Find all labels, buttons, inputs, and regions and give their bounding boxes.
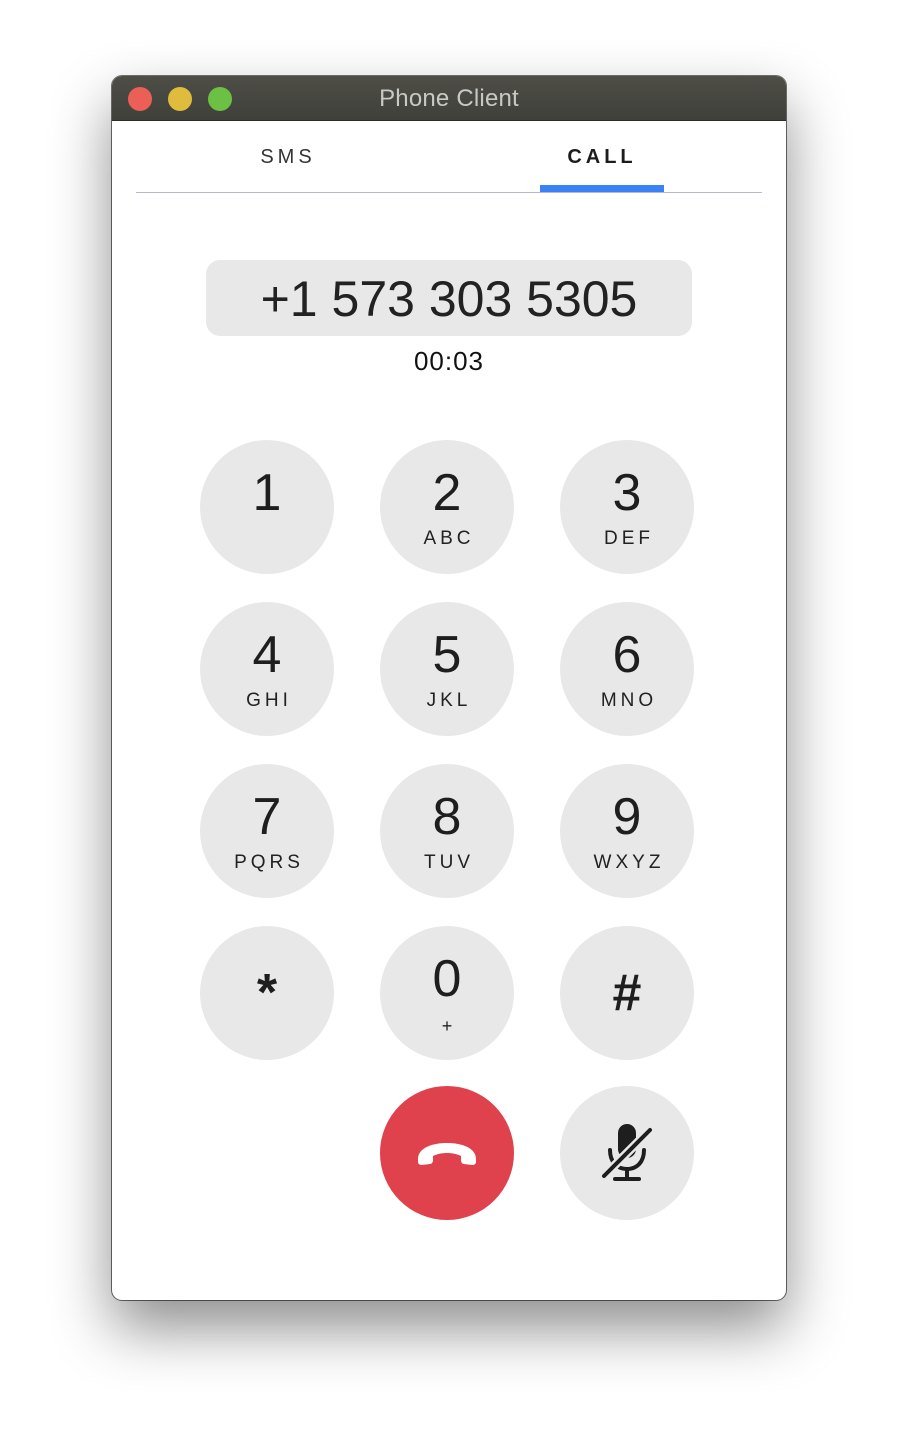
key-digit: 7: [252, 788, 282, 846]
key-letters: GHI: [246, 690, 292, 711]
key-digit: 5: [432, 626, 462, 684]
key-letters: DEF: [604, 528, 654, 549]
key-hash[interactable]: #: [560, 926, 694, 1060]
title-bar[interactable]: Phone Client: [112, 76, 786, 121]
key-digit: *: [256, 964, 278, 1022]
microphone-muted-icon: [599, 1124, 655, 1181]
key-1[interactable]: 1: [200, 440, 334, 574]
key-letters: JKL: [426, 690, 472, 711]
key-digit: 2: [432, 464, 462, 522]
key-3[interactable]: 3 DEF: [560, 440, 694, 574]
key-7[interactable]: 7 PQRS: [200, 764, 334, 898]
phone-number-display: +1 573 303 5305: [206, 260, 692, 336]
key-0[interactable]: 0 +: [380, 926, 514, 1060]
key-digit: 1: [252, 464, 282, 522]
tab-call[interactable]: CALL: [502, 120, 702, 192]
key-digit: #: [612, 964, 642, 1022]
tab-sms[interactable]: SMS: [188, 120, 388, 192]
mute-button[interactable]: [560, 1086, 694, 1220]
tab-bar: SMS CALL: [136, 120, 762, 193]
key-letters: +: [441, 1016, 453, 1036]
phone-client-window: Phone Client SMS CALL +1 573 303 5305 00…: [112, 76, 786, 1300]
key-letters: WXYZ: [593, 852, 665, 873]
key-letters: ABC: [423, 528, 475, 549]
key-letters: PQRS: [234, 852, 304, 873]
key-2[interactable]: 2 ABC: [380, 440, 514, 574]
active-tab-indicator: [540, 185, 664, 192]
key-star[interactable]: *: [200, 926, 334, 1060]
phone-hangup-icon: [418, 1143, 476, 1165]
call-timer: 00:03: [413, 346, 485, 376]
key-digit: 9: [612, 788, 642, 846]
key-8[interactable]: 8 TUV: [380, 764, 514, 898]
key-digit: 3: [612, 464, 642, 522]
key-letters: MNO: [600, 690, 658, 711]
key-digit: 0: [432, 950, 462, 1008]
window-title: Phone Client: [379, 85, 519, 112]
key-digit: 6: [612, 626, 642, 684]
key-4[interactable]: 4 GHI: [200, 602, 334, 736]
key-6[interactable]: 6 MNO: [560, 602, 694, 736]
hangup-button[interactable]: [380, 1086, 514, 1220]
key-5[interactable]: 5 JKL: [380, 602, 514, 736]
key-digit: 4: [252, 626, 282, 684]
key-letters: TUV: [424, 852, 474, 873]
key-9[interactable]: 9 WXYZ: [560, 764, 694, 898]
key-digit: 8: [432, 788, 462, 846]
